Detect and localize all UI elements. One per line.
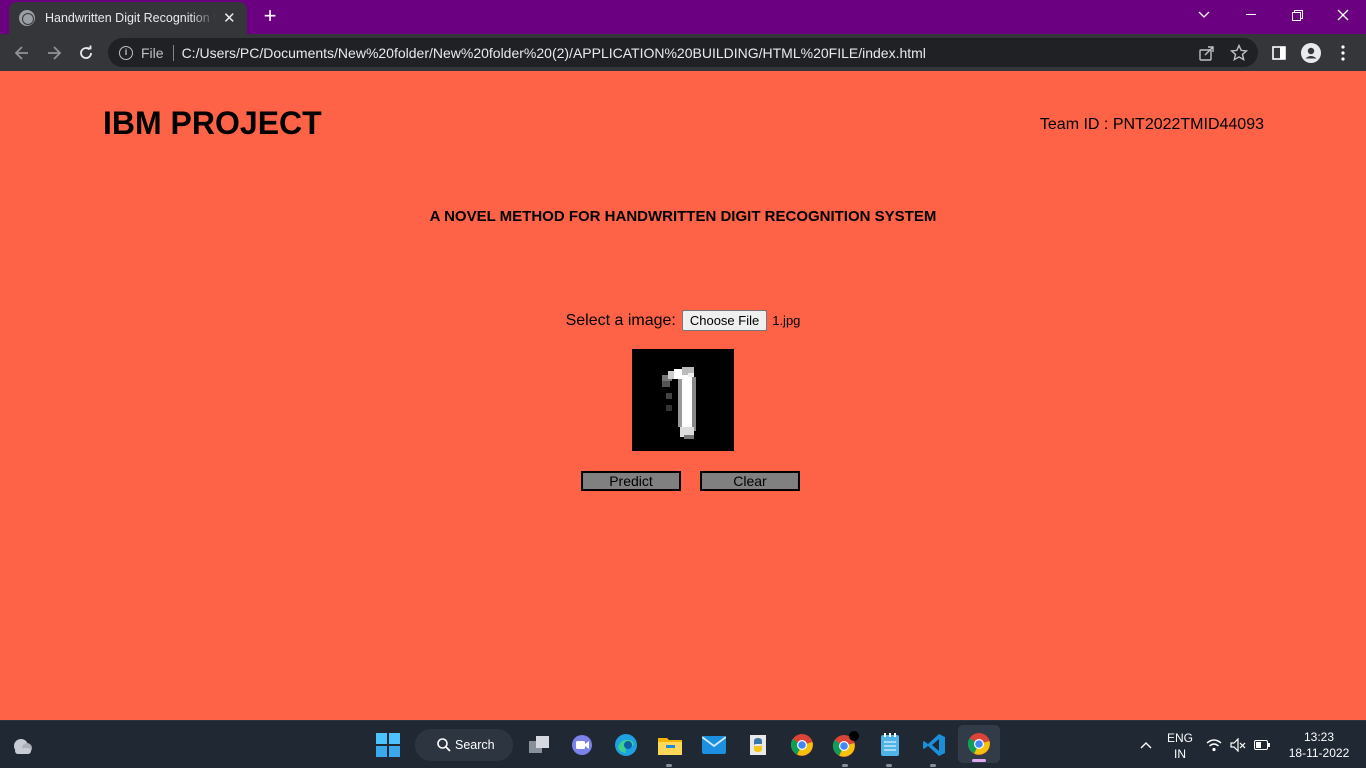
select-image-label: Select a image: — [565, 311, 676, 329]
side-panel-icon[interactable] — [1268, 42, 1290, 64]
chrome-profile-icon[interactable] — [830, 729, 862, 767]
chrome-icon[interactable] — [786, 729, 818, 761]
arrow-right-icon — [48, 46, 62, 60]
url-divider — [172, 44, 174, 61]
arrow-left-icon — [14, 46, 28, 60]
tab-title: Handwritten Digit Recognition Web — [45, 11, 216, 25]
menu-kebab-icon[interactable] — [1332, 42, 1354, 64]
new-tab-button[interactable]: + — [259, 5, 281, 27]
file-explorer-icon[interactable] — [654, 729, 686, 767]
site-info-icon[interactable]: i — [119, 45, 133, 60]
notepad-icon[interactable] — [874, 729, 906, 767]
mail-icon[interactable] — [698, 729, 730, 761]
brand-title: IBM PROJECT — [103, 105, 322, 141]
profile-avatar-icon[interactable] — [1300, 42, 1322, 64]
battery-icon — [1254, 740, 1270, 750]
restore-button[interactable] — [1274, 0, 1320, 30]
page-subtitle: A NOVEL METHOD FOR HANDWRITTEN DIGIT REC… — [429, 208, 937, 225]
share-icon[interactable] — [1198, 44, 1216, 62]
team-id: Team ID : PNT2022TMID44093 — [1039, 116, 1264, 133]
clock[interactable]: 13:23 18-11-2022 — [1286, 729, 1352, 761]
minimize-button[interactable] — [1228, 0, 1274, 30]
selected-file-name: 1.jpg — [772, 313, 801, 328]
taskbar-search-label: Search — [455, 738, 495, 752]
active-indicator — [972, 759, 986, 762]
running-indicator — [842, 764, 848, 767]
digit-one-image — [632, 349, 734, 451]
clock-date: 18-11-2022 — [1288, 746, 1350, 760]
language-code: ENG — [1166, 731, 1193, 745]
choose-file-button[interactable]: Choose File — [681, 310, 768, 331]
bookmark-star-icon[interactable] — [1229, 43, 1249, 62]
back-button[interactable] — [9, 40, 35, 66]
close-window-button[interactable] — [1320, 0, 1366, 30]
chevron-up-icon[interactable] — [1130, 729, 1162, 761]
weather-icon[interactable] — [6, 729, 38, 761]
taskbar-search[interactable]: Search — [415, 729, 513, 761]
clock-time: 13:23 — [1303, 730, 1335, 744]
running-indicator — [886, 764, 892, 767]
language-indicator[interactable]: ENG IN — [1163, 730, 1197, 762]
reload-icon — [80, 45, 92, 59]
forward-button[interactable] — [41, 40, 67, 66]
teams-chat-icon[interactable] — [566, 729, 598, 761]
task-view-icon[interactable] — [523, 729, 555, 761]
file-select-row: Select a image: Choose File 1.jpg — [0, 310, 1366, 331]
close-tab-icon[interactable]: ✕ — [222, 9, 238, 27]
search-icon — [437, 738, 451, 752]
edge-browser-icon[interactable] — [610, 729, 642, 761]
vscode-icon[interactable] — [918, 729, 950, 767]
globe-icon — [19, 10, 35, 26]
url-scheme: File — [141, 44, 164, 61]
wifi-icon — [1206, 739, 1222, 752]
browser-tabstrip: Handwritten Digit Recognition Web ✕ + — [0, 0, 1366, 34]
system-tray-status[interactable] — [1203, 729, 1273, 761]
running-indicator — [930, 764, 936, 767]
language-region: IN — [1174, 747, 1186, 761]
page-content: IBM PROJECT Team ID : PNT2022TMID44093 A… — [0, 71, 1366, 720]
clear-button[interactable]: Clear — [700, 471, 800, 491]
address-bar[interactable]: i File C:/Users/PC/Documents/New%20folde… — [108, 38, 1258, 67]
image-preview — [632, 349, 734, 451]
browser-toolbar: i File C:/Users/PC/Documents/New%20folde… — [0, 34, 1366, 71]
speaker-muted-icon — [1230, 738, 1246, 752]
windows-taskbar: Search ENG IN 13:23 18-11-2022 — [0, 720, 1366, 768]
predict-button[interactable]: Predict — [581, 471, 681, 491]
chrome-active-icon[interactable] — [958, 725, 1000, 763]
browser-tab[interactable]: Handwritten Digit Recognition Web ✕ — [9, 2, 247, 34]
start-windows-icon[interactable] — [372, 729, 404, 761]
tab-search-icon[interactable] — [1181, 0, 1227, 30]
running-indicator — [666, 764, 672, 767]
url-text[interactable]: C:/Users/PC/Documents/New%20folder/New%2… — [182, 45, 926, 61]
reload-button[interactable] — [73, 40, 99, 66]
python-installer-icon[interactable] — [742, 729, 774, 761]
